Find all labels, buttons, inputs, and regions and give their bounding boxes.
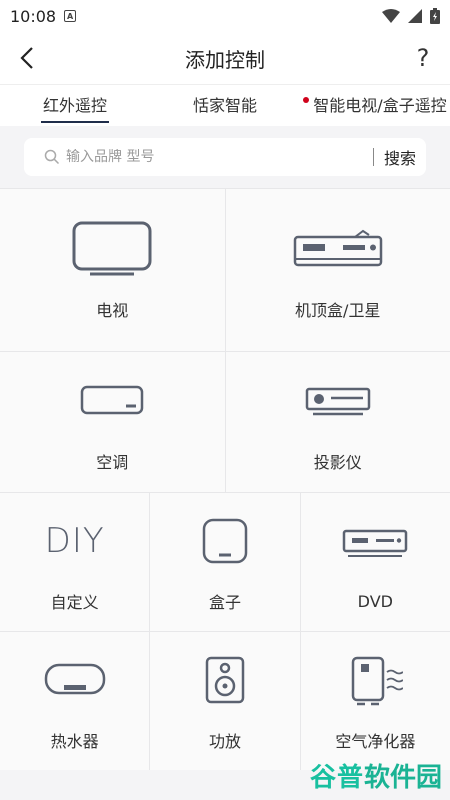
device-set-top-box[interactable]: 机顶盒/卫星: [224, 189, 450, 351]
app-header: 添加控制 ?: [0, 32, 450, 84]
dvd-player-icon: [343, 529, 408, 557]
wifi-icon: [382, 9, 400, 23]
device-tv[interactable]: 电视: [0, 189, 225, 351]
signal-icon: [408, 9, 422, 23]
search-button[interactable]: 搜索: [384, 145, 416, 169]
search-icon: [44, 149, 60, 165]
tab-tianjia-smart[interactable]: 恬家智能: [150, 85, 300, 127]
tab-smart-tv-box[interactable]: 智能电视/盒子遥控: [300, 85, 450, 127]
device-grid: 电视 机顶盒/卫星 空调 投影仪 DIY 自定义 盒子 DVD 热水器 功放 空…: [0, 188, 450, 770]
help-button[interactable]: ?: [408, 43, 438, 73]
notification-a-icon: A: [64, 10, 77, 22]
device-air-conditioner[interactable]: 空调: [0, 352, 225, 492]
set-top-box-icon: [293, 229, 382, 267]
back-arrow-icon: [20, 47, 33, 69]
search-bar: 搜索: [24, 138, 426, 176]
device-water-heater[interactable]: 热水器: [0, 632, 150, 770]
device-amplifier[interactable]: 功放: [149, 632, 300, 770]
tab-bar: 红外遥控 恬家智能 智能电视/盒子遥控: [0, 84, 450, 126]
speaker-icon: [205, 656, 245, 704]
device-box[interactable]: 盒子: [149, 493, 300, 631]
battery-icon: [430, 8, 440, 24]
device-air-purifier[interactable]: 空气净化器: [299, 632, 450, 770]
device-dvd[interactable]: DVD: [299, 493, 450, 631]
search-divider: [372, 148, 374, 166]
water-heater-icon: [44, 663, 105, 695]
projector-icon: [305, 387, 370, 416]
tv-icon: [72, 221, 152, 276]
status-time: 10:08: [10, 6, 57, 26]
air-purifier-icon: [352, 656, 404, 706]
device-projector[interactable]: 投影仪: [224, 352, 450, 492]
back-button[interactable]: [12, 43, 42, 73]
box-icon: [202, 518, 248, 564]
diy-icon: DIY: [44, 521, 105, 561]
tab-infrared[interactable]: 红外遥控: [0, 85, 150, 127]
device-custom[interactable]: DIY 自定义: [0, 493, 150, 631]
new-badge-dot: [303, 97, 310, 103]
status-bar: 10:08 A: [0, 0, 450, 32]
page-title: 添加控制: [185, 47, 265, 72]
air-conditioner-icon: [81, 385, 144, 415]
search-input[interactable]: [66, 149, 363, 165]
site-watermark: 谷普 软件园: [309, 763, 442, 793]
